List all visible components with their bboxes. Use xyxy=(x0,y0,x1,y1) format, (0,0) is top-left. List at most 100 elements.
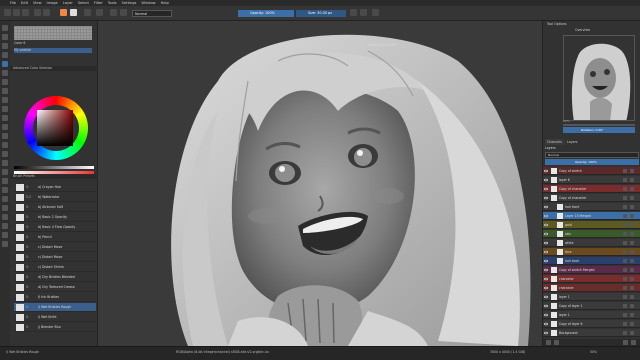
new-document-icon[interactable] xyxy=(4,9,11,16)
calligraphy-tool-icon[interactable] xyxy=(2,52,8,58)
visibility-eye-icon[interactable] xyxy=(544,250,548,254)
layer-row[interactable]: Copy of sketch xyxy=(543,167,640,175)
save-icon[interactable] xyxy=(22,9,29,16)
alpha-lock-icon[interactable] xyxy=(630,223,634,227)
alpha-lock-icon[interactable] xyxy=(630,169,634,173)
layer-row[interactable]: Layer 15 Merged xyxy=(543,212,640,220)
visibility-eye-icon[interactable] xyxy=(544,331,548,335)
alpha-lock-icon[interactable] xyxy=(630,178,634,182)
layer-blend-select[interactable]: Normal xyxy=(545,152,639,158)
layer-row[interactable]: hair back xyxy=(543,257,640,265)
lock-icon[interactable] xyxy=(623,250,627,254)
brush-preset-item[interactable]: 5. b) Pencil xyxy=(14,233,96,242)
rotation-slider[interactable]: Rotation: 0.00° xyxy=(563,127,635,133)
tab-overview[interactable]: Overview xyxy=(573,27,592,33)
fill-tool-icon[interactable] xyxy=(2,124,8,130)
measure-tool-icon[interactable] xyxy=(2,160,8,166)
lock-icon[interactable] xyxy=(623,241,627,245)
menu-view[interactable]: View xyxy=(33,1,42,5)
alpha-lock-icon[interactable] xyxy=(630,250,634,254)
overview-thumbnail[interactable] xyxy=(563,35,635,121)
brush-preset-item[interactable]: 5. a) Crayon Hue xyxy=(14,183,96,192)
alpha-lock-icon[interactable] xyxy=(630,295,634,299)
lock-icon[interactable] xyxy=(623,187,627,191)
layer-row[interactable]: skin xyxy=(543,230,640,238)
visibility-eye-icon[interactable] xyxy=(544,196,548,200)
menu-file[interactable]: File xyxy=(10,1,16,5)
redo-icon[interactable] xyxy=(43,9,50,16)
layer-row[interactable]: Background xyxy=(543,329,640,337)
polygon-tool-icon[interactable] xyxy=(2,97,8,103)
rectangle-tool-icon[interactable] xyxy=(2,79,8,85)
menu-filter[interactable]: Filter xyxy=(94,1,103,5)
opacity-slider[interactable]: Opacity: 100% xyxy=(238,10,294,17)
alpha-lock-icon[interactable] xyxy=(630,304,634,308)
crop-tool-icon[interactable] xyxy=(2,169,8,175)
select-shapes-tool-icon[interactable] xyxy=(2,25,8,31)
lock-icon[interactable] xyxy=(623,295,627,299)
blend-mode-select[interactable]: Normal xyxy=(132,10,172,17)
brush-preset-item[interactable]: 5. i) Wet Knife xyxy=(14,313,96,322)
lock-icon[interactable] xyxy=(623,232,627,236)
tab-tool-options[interactable]: Tool Options xyxy=(545,21,569,27)
visibility-eye-icon[interactable] xyxy=(544,214,548,218)
bezier-tool-icon[interactable] xyxy=(2,115,8,121)
wrap-around-icon[interactable] xyxy=(372,9,379,16)
layer-row[interactable]: Copy of layer 6 xyxy=(543,320,640,328)
magic-wand-tool-icon[interactable] xyxy=(2,241,8,247)
menu-tools[interactable]: Tools xyxy=(108,1,117,5)
layer-row[interactable]: Copy of character xyxy=(543,194,640,202)
visibility-eye-icon[interactable] xyxy=(544,277,548,281)
visibility-eye-icon[interactable] xyxy=(544,232,548,236)
brush-preset-item[interactable]: 5. b) Airbrush Soft xyxy=(14,203,96,212)
brush-preset-item[interactable]: 5. c) Distort Shrink xyxy=(14,263,96,272)
edit-shapes-tool-icon[interactable] xyxy=(2,43,8,49)
layer-row[interactable]: white xyxy=(543,239,640,247)
menu-edit[interactable]: Edit xyxy=(21,1,28,5)
visibility-eye-icon[interactable] xyxy=(544,322,548,326)
alpha-lock-icon[interactable] xyxy=(630,259,634,263)
brush-preset-item[interactable]: 5. b) Basic 2 Opacity xyxy=(14,213,96,222)
menu-settings[interactable]: Settings xyxy=(122,1,137,5)
mirror-horizontal-icon[interactable] xyxy=(350,9,357,16)
eraser-mode-icon[interactable] xyxy=(110,9,117,16)
brush-preset-item[interactable]: 5. c) Distort Move xyxy=(14,253,96,262)
lock-icon[interactable] xyxy=(623,286,627,290)
lock-icon[interactable] xyxy=(623,169,627,173)
brush-preset-item[interactable]: 5. f) Ink Bristles xyxy=(14,293,96,302)
mirror-vertical-icon[interactable] xyxy=(360,9,367,16)
alpha-lock-icon[interactable] xyxy=(630,313,634,317)
menu-help[interactable]: Help xyxy=(161,1,169,5)
palette-swatches[interactable] xyxy=(14,26,92,40)
visibility-eye-icon[interactable] xyxy=(544,295,548,299)
alpha-lock-icon[interactable] xyxy=(630,322,634,326)
pattern-icon[interactable] xyxy=(84,9,91,16)
undo-icon[interactable] xyxy=(34,9,41,16)
lock-icon[interactable] xyxy=(623,205,627,209)
visibility-eye-icon[interactable] xyxy=(544,178,548,182)
layer-row[interactable]: layer 1 xyxy=(543,293,640,301)
brush-preset-item[interactable]: 5.2 b) Watercolor xyxy=(14,193,96,202)
zoom-tool-icon[interactable] xyxy=(2,196,8,202)
visibility-eye-icon[interactable] xyxy=(544,313,548,317)
palette-selector[interactable]: My palette xyxy=(14,48,92,53)
tab-channels[interactable]: Channels xyxy=(545,139,564,145)
brush-preset-item[interactable]: 5. j) Blender Blur xyxy=(14,323,96,332)
visibility-eye-icon[interactable] xyxy=(544,187,548,191)
text-tool-icon[interactable] xyxy=(2,34,8,40)
delete-layer-icon[interactable] xyxy=(623,340,628,345)
polyline-tool-icon[interactable] xyxy=(2,106,8,112)
visibility-eye-icon[interactable] xyxy=(544,223,548,227)
lock-icon[interactable] xyxy=(623,322,627,326)
layer-row[interactable]: gold xyxy=(543,221,640,229)
visibility-eye-icon[interactable] xyxy=(544,169,548,173)
lock-icon[interactable] xyxy=(623,223,627,227)
ellipse-tool-icon[interactable] xyxy=(2,88,8,94)
lock-icon[interactable] xyxy=(623,259,627,263)
brush-preset-item[interactable]: 5. d) Dry Bristles Blended xyxy=(14,273,96,282)
visibility-eye-icon[interactable] xyxy=(544,268,548,272)
layer-row[interactable]: character xyxy=(543,275,640,283)
layer-row[interactable]: layer 6 xyxy=(543,176,640,184)
alpha-lock-icon[interactable] xyxy=(630,205,634,209)
menu-select[interactable]: Select xyxy=(78,1,89,5)
